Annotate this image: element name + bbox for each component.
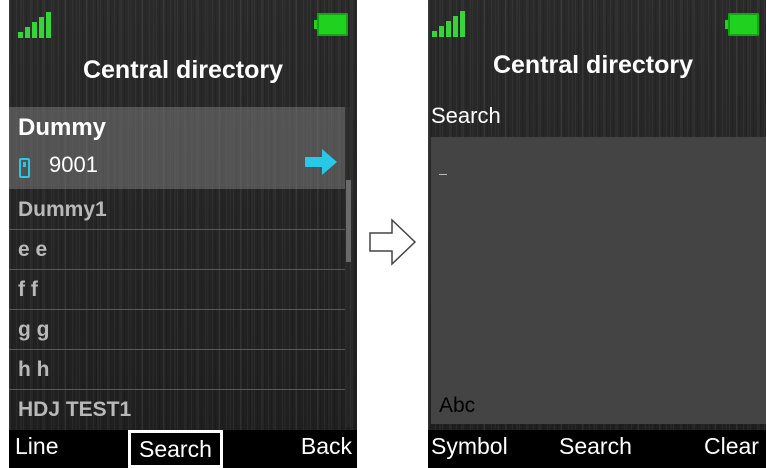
page-title: Central directory: [82, 56, 284, 84]
list-item-label: h h: [18, 358, 50, 381]
arrow-right-icon: [305, 149, 337, 175]
battery-icon: [725, 13, 759, 36]
search-input[interactable]: Abc: [431, 137, 766, 424]
signal-strength-icon: [432, 11, 468, 37]
transition-arrow-icon: [369, 218, 417, 266]
search-screen: Central directory Search Abc Symbol Sear…: [428, 0, 766, 468]
softkey-bar: Symbol Search Clear: [428, 430, 766, 468]
softkey-clear[interactable]: Clear: [704, 433, 759, 460]
softkey-back[interactable]: Back: [301, 433, 352, 460]
list-item-label: Dummy1: [18, 198, 107, 221]
list-item[interactable]: Dummy1: [9, 190, 345, 230]
search-label: Search: [431, 103, 501, 128]
list-item[interactable]: e e: [9, 230, 345, 270]
list-item-label: e e: [18, 238, 48, 261]
list-item[interactable]: h h: [9, 350, 345, 390]
list-item-label: g g: [18, 318, 50, 341]
signal-strength-icon: [18, 12, 54, 38]
selected-contact-row[interactable]: Dummy 9001: [9, 107, 345, 189]
softkey-search[interactable]: Search: [559, 433, 632, 460]
softkey-search[interactable]: Search: [128, 430, 223, 468]
scrollbar-track[interactable]: [346, 107, 351, 427]
softkey-line[interactable]: Line: [15, 433, 58, 460]
input-mode-indicator: Abc: [439, 394, 476, 417]
scrollbar-thumb[interactable]: [346, 180, 351, 262]
battery-icon: [314, 13, 348, 36]
text-cursor: [439, 174, 447, 175]
page-title: Central directory: [492, 51, 694, 79]
contact-name: Dummy: [18, 114, 107, 141]
list-item-label: f f: [18, 278, 38, 301]
contact-number: 9001: [49, 152, 98, 177]
list-item[interactable]: f f: [9, 270, 345, 310]
mobile-phone-icon: [19, 158, 30, 178]
list-item[interactable]: g g: [9, 310, 345, 350]
list-item[interactable]: HDJ TEST1: [9, 390, 345, 430]
list-item-label: HDJ TEST1: [18, 398, 132, 421]
softkey-symbol[interactable]: Symbol: [431, 433, 508, 460]
directory-list-screen: Central directory Dummy 9001 Dummy1 e e …: [9, 0, 357, 468]
softkey-bar: Line Search Back: [9, 430, 357, 468]
